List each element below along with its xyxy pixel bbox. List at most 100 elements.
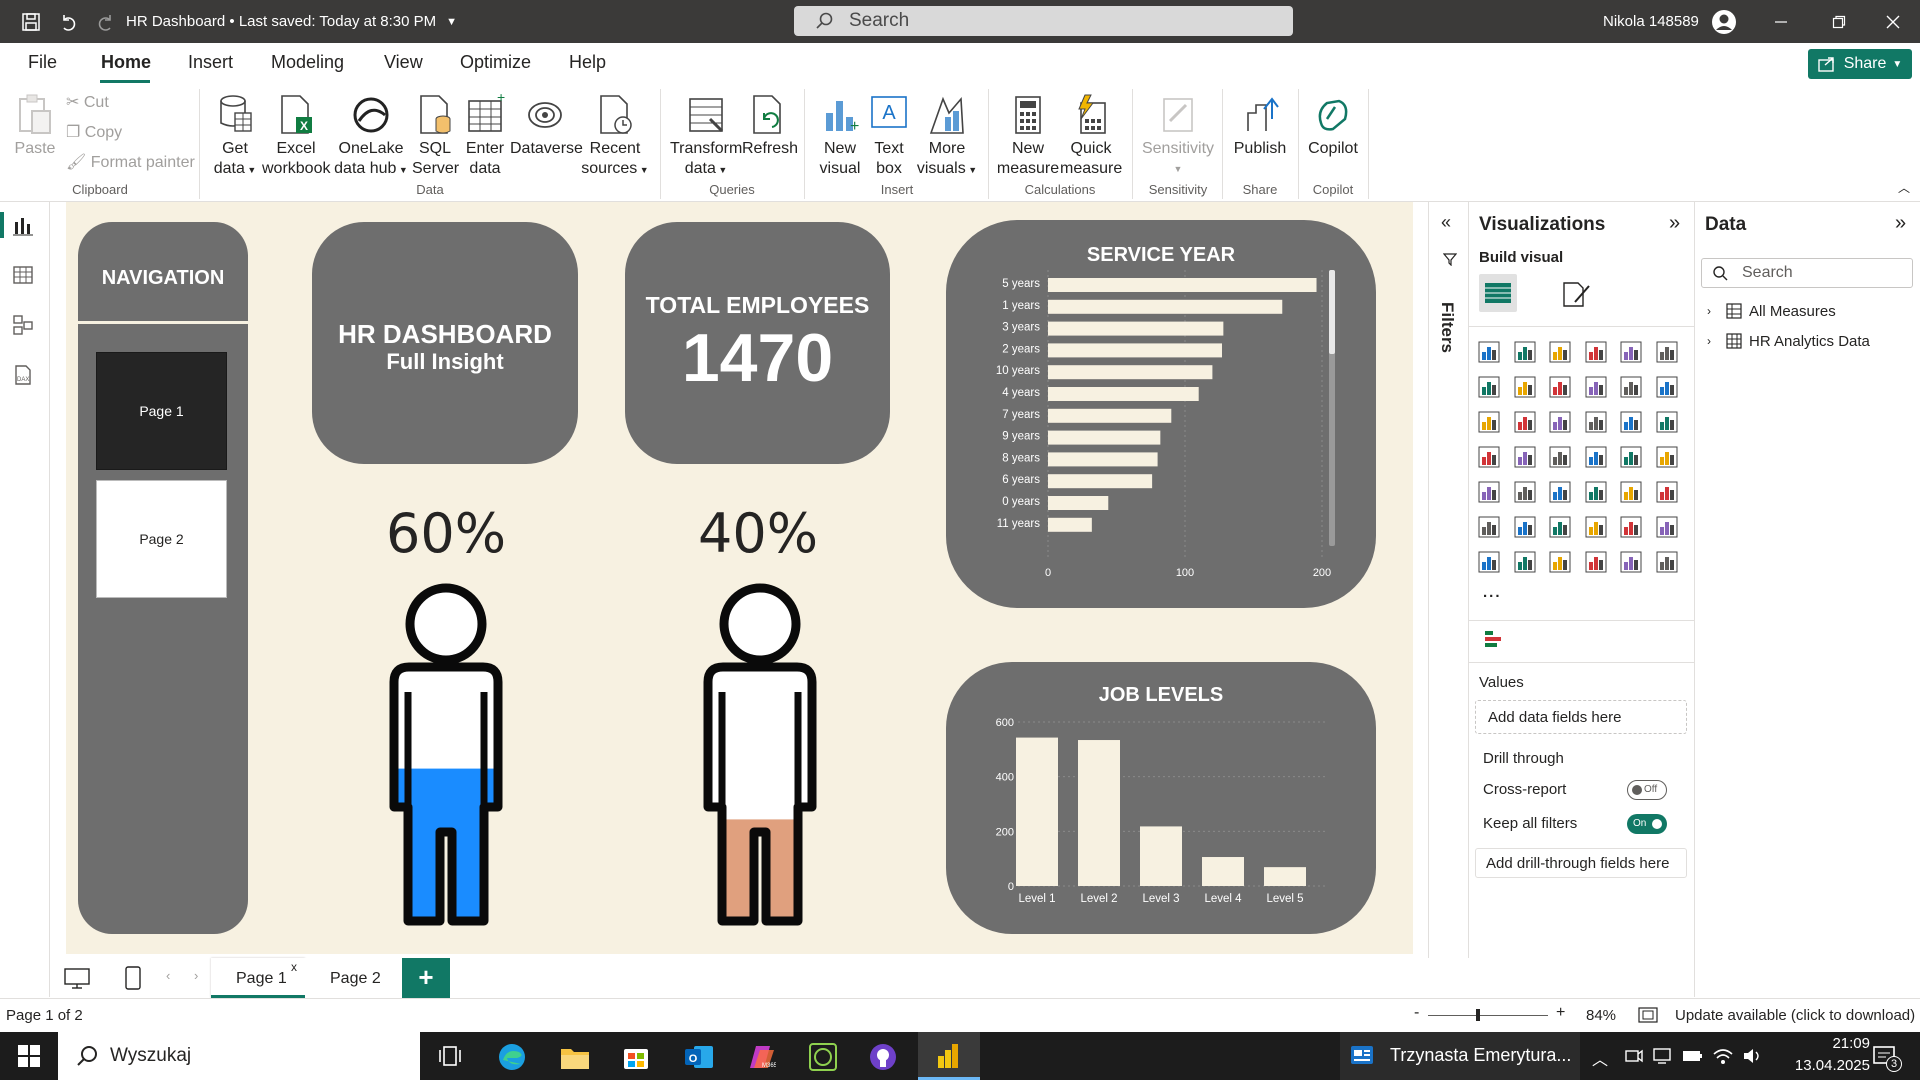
paginated-report-icon[interactable]	[1477, 550, 1503, 576]
menu-modeling[interactable]: Modeling	[271, 52, 344, 73]
table-view-icon[interactable]	[12, 264, 34, 290]
news-widget[interactable]: Trzynasta Emerytura...	[1340, 1032, 1580, 1080]
multi-row-card-icon[interactable]	[1477, 480, 1503, 506]
clock-time[interactable]: 21:09	[1770, 1035, 1870, 1052]
chevron-right-icon[interactable]: ›	[194, 968, 198, 983]
decomposition-tree-icon[interactable]	[1548, 515, 1574, 541]
file-explorer-icon[interactable]	[560, 1044, 590, 1074]
ribbon-chart-icon[interactable]	[1477, 410, 1503, 436]
minimize-icon[interactable]	[1766, 0, 1796, 43]
filled-map-icon[interactable]	[1548, 445, 1574, 471]
100-stacked-bar-icon[interactable]	[1619, 340, 1645, 366]
goals-icon[interactable]	[1655, 515, 1681, 541]
data-item-all-measures[interactable]: › All Measures	[1707, 302, 1836, 320]
app-icon[interactable]	[808, 1042, 838, 1076]
azure-map-icon[interactable]	[1584, 445, 1610, 471]
get-data-button[interactable]: Get data ▼	[207, 93, 263, 180]
new-visual-button[interactable]: + New visual	[814, 93, 866, 179]
sql-server-button[interactable]: SQL Server	[412, 93, 459, 179]
narrative-icon[interactable]	[1619, 515, 1645, 541]
task-view-icon[interactable]	[438, 1044, 462, 1072]
zoom-slider-track[interactable]	[1428, 1015, 1548, 1016]
area-chart-icon[interactable]	[1513, 375, 1539, 401]
sensitivity-button[interactable]: Sensitivity ▼	[1138, 93, 1218, 179]
model-view-icon[interactable]	[12, 314, 34, 340]
cut-button[interactable]: ✂ Cut	[66, 93, 109, 113]
card-new-icon[interactable]	[1513, 550, 1539, 576]
format-visual-tab[interactable]	[1561, 280, 1591, 312]
copilot-button[interactable]: Copilot	[1304, 93, 1362, 159]
values-drop-zone[interactable]: Add data fields here	[1475, 700, 1687, 734]
menu-insert[interactable]: Insert	[188, 52, 233, 73]
new-measure-button[interactable]: New measure	[996, 93, 1060, 179]
more-icon[interactable]	[1655, 550, 1681, 576]
enter-data-button[interactable]: + Enter data	[462, 93, 508, 179]
keep-filters-toggle[interactable]: On	[1627, 814, 1667, 834]
qa-icon[interactable]	[1584, 515, 1610, 541]
outlook-icon[interactable]: O	[684, 1043, 714, 1075]
funnel-chart-icon[interactable]	[1548, 410, 1574, 436]
map-icon[interactable]	[1513, 445, 1539, 471]
text-box-button[interactable]: A Text box	[866, 93, 912, 179]
display-icon[interactable]	[1652, 1046, 1672, 1070]
chevron-up-icon[interactable]: ︿	[1592, 1046, 1608, 1070]
r-visual-icon[interactable]	[1655, 480, 1681, 506]
build-visual-tab[interactable]	[1479, 274, 1517, 312]
cross-report-toggle[interactable]: Off	[1627, 780, 1667, 800]
update-notice[interactable]: Update available (click to download)	[1675, 1007, 1915, 1024]
quick-measure-button[interactable]: Quick measure	[1060, 93, 1122, 179]
scatter-chart-icon[interactable]	[1584, 410, 1610, 436]
close-tab-icon[interactable]: x	[291, 960, 297, 974]
python-visual-icon[interactable]	[1477, 515, 1503, 541]
menu-optimize[interactable]: Optimize	[460, 52, 531, 73]
dax-query-view-icon[interactable]: DAX	[12, 364, 34, 390]
zoom-out-button[interactable]: -	[1414, 1004, 1419, 1022]
menu-help[interactable]: Help	[569, 52, 606, 73]
clustered-column-chart-icon[interactable]	[1584, 340, 1610, 366]
kpi-icon[interactable]	[1513, 480, 1539, 506]
table-icon[interactable]	[1584, 480, 1610, 506]
restore-icon[interactable]	[1824, 0, 1854, 43]
waterfall-chart-icon[interactable]	[1513, 410, 1539, 436]
close-icon[interactable]	[1878, 0, 1908, 43]
slicer-icon[interactable]	[1548, 480, 1574, 506]
collapse-ribbon-icon[interactable]: ︿	[1898, 179, 1910, 196]
report-view-icon[interactable]	[12, 214, 34, 240]
card-icon[interactable]	[1655, 445, 1681, 471]
battery-icon[interactable]	[1682, 1046, 1704, 1070]
power-bi-taskbar-button[interactable]	[918, 1032, 980, 1080]
gauge-icon[interactable]	[1619, 445, 1645, 471]
nav-page2-button[interactable]: Page 2	[96, 480, 227, 598]
github-icon[interactable]	[868, 1042, 898, 1076]
power-automate-icon[interactable]	[1619, 550, 1645, 576]
stacked-area-icon[interactable]	[1548, 375, 1574, 401]
data-search-input[interactable]: Search	[1701, 258, 1913, 288]
save-icon[interactable]	[18, 0, 44, 43]
microsoft365-icon[interactable]: M365	[744, 1042, 778, 1076]
line-clustered-column-icon[interactable]	[1655, 375, 1681, 401]
menu-view[interactable]: View	[384, 52, 423, 73]
button-slicer-icon[interactable]	[1548, 550, 1574, 576]
undo-icon[interactable]	[55, 0, 81, 43]
filters-pane[interactable]: « Filters	[1428, 202, 1468, 958]
mobile-layout-icon[interactable]	[125, 966, 141, 994]
menu-home[interactable]: Home	[101, 52, 151, 73]
nav-page1-button[interactable]: Page 1	[96, 352, 227, 470]
add-page-button[interactable]: +	[402, 958, 450, 998]
user-name[interactable]: Nikola 148589	[1603, 0, 1699, 43]
edge-icon[interactable]	[497, 1042, 527, 1076]
search-input[interactable]: Search	[794, 6, 1293, 36]
collapse-visualizations-icon[interactable]: »	[1669, 212, 1680, 235]
zoom-slider-thumb[interactable]	[1476, 1009, 1480, 1021]
redo-icon[interactable]	[93, 0, 119, 43]
line-chart-icon[interactable]	[1477, 375, 1503, 401]
decomposition-icon[interactable]	[1483, 628, 1503, 652]
chevron-left-icon[interactable]: ‹	[166, 968, 170, 983]
avatar-icon[interactable]	[1710, 0, 1738, 43]
meet-icon[interactable]	[1624, 1046, 1644, 1070]
data-item-hr-analytics[interactable]: › HR Analytics Data	[1707, 332, 1870, 350]
share-button[interactable]: Share ▼	[1808, 49, 1912, 79]
notifications-icon[interactable]: 3	[1872, 1044, 1902, 1074]
onelake-button[interactable]: OneLake data hub ▼	[333, 93, 409, 180]
taskbar-search[interactable]: Wyszukaj	[58, 1032, 420, 1080]
